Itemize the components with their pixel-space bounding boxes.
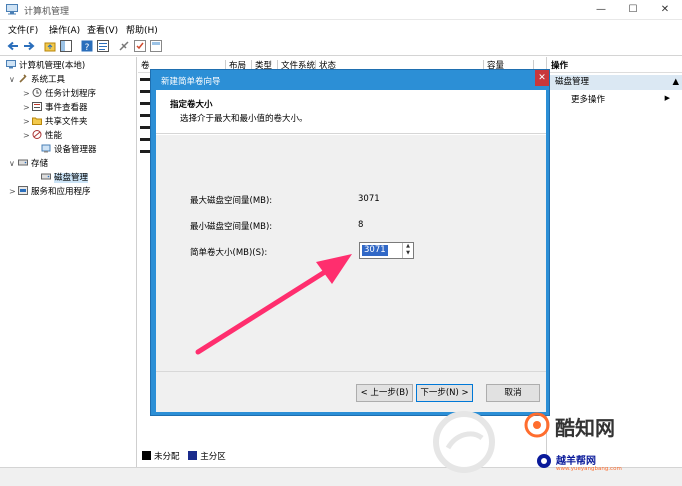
- watermark-brand: 酷知网: [555, 416, 615, 440]
- watermark-sheep-icon: [537, 454, 551, 468]
- watermark-site-url: www.yueyangbang.com: [556, 466, 622, 472]
- watermark-swirl-icon: [433, 411, 495, 473]
- watermark-site-name: 越羊帮网: [556, 456, 596, 467]
- watermark-logo-icon: [524, 412, 550, 438]
